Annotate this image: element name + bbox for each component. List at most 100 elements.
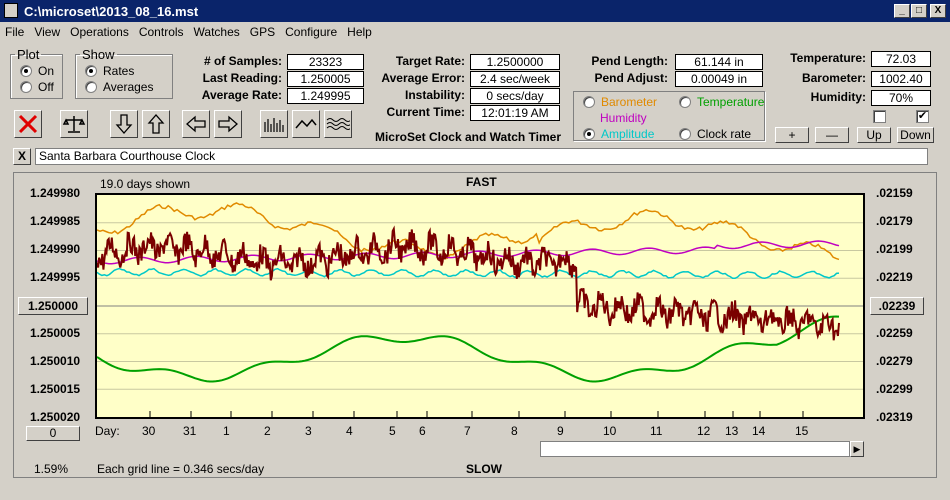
scrollbar-thumb[interactable]	[540, 441, 850, 457]
center-value-button[interactable]: 1.250000	[18, 297, 88, 315]
y-tick-left: 1.250015	[30, 382, 81, 396]
radio-icon	[679, 128, 691, 140]
menu-help[interactable]: Help	[342, 22, 377, 39]
instability-label: Instability:	[404, 88, 465, 102]
y-tick-left: 1.250010	[30, 354, 81, 368]
right-arrow-button[interactable]	[214, 110, 242, 138]
minus-button[interactable]: —	[815, 127, 849, 143]
bar-chart-icon	[264, 118, 284, 132]
radio-icon	[85, 81, 97, 93]
day-tick-label: 13	[725, 424, 739, 438]
menu-view[interactable]: View	[29, 22, 65, 39]
barometer-value: 1002.40	[871, 71, 931, 87]
y-tick-left: 1.249995	[30, 270, 81, 284]
day-tick-label: 1	[223, 424, 230, 438]
plot-group-label: Plot	[17, 47, 40, 62]
y-tick-left: 1.250020	[30, 410, 81, 424]
up-arrow-button[interactable]	[142, 110, 170, 138]
plot-on-radio[interactable]: On	[20, 64, 54, 78]
minimize-button[interactable]: _	[894, 4, 910, 18]
menu-watches[interactable]: Watches	[189, 22, 245, 39]
left-checkbox[interactable]	[873, 110, 886, 123]
y-tick-right: .02299	[876, 382, 913, 396]
instability-value: 0 secs/day	[470, 88, 560, 104]
arrow-left-icon	[186, 115, 206, 133]
plot-area[interactable]	[95, 193, 865, 419]
line-view-button[interactable]	[292, 110, 320, 138]
clear-data-button[interactable]	[14, 110, 42, 138]
y-tick-right: .02159	[876, 186, 913, 200]
y-tick-left: 1.250005	[30, 326, 81, 340]
clock-rate-trace	[96, 225, 840, 341]
balance-button[interactable]	[60, 110, 88, 138]
slow-label: SLOW	[466, 462, 502, 476]
temperature-radio[interactable]: Temperature	[679, 95, 764, 109]
show-rates-radio[interactable]: Rates	[85, 64, 134, 78]
clear-name-button[interactable]: X	[13, 148, 31, 165]
humidity-label[interactable]: Humidity	[600, 111, 647, 125]
radio-selected-icon	[85, 65, 97, 77]
up-button[interactable]: Up	[857, 127, 891, 143]
y-tick-left: 1.249980	[30, 186, 81, 200]
arrow-right-icon	[218, 115, 238, 133]
clock-name-input[interactable]: Santa Barbara Courthouse Clock	[35, 148, 928, 165]
bar-view-button[interactable]	[260, 110, 288, 138]
target-rate-label: Target Rate:	[395, 54, 465, 68]
average-rate-label: Average Rate:	[201, 88, 282, 102]
y-tick-right: .02319	[876, 410, 913, 424]
current-time-label: Current Time:	[386, 105, 465, 119]
plot-off-radio[interactable]: Off	[20, 80, 54, 94]
last-reading-label: Last Reading:	[202, 71, 282, 85]
menu-file[interactable]: File	[0, 22, 29, 39]
average-error-value: 2.4 sec/week	[470, 71, 560, 87]
down-arrow-button[interactable]	[110, 110, 138, 138]
show-group-label: Show	[82, 47, 115, 62]
day-tick-label: 7	[464, 424, 471, 438]
amplitude-radio[interactable]: Amplitude	[583, 127, 654, 141]
zero-button[interactable]: 0	[26, 426, 80, 441]
day-tick-label: 6	[419, 424, 426, 438]
humidity-value: 70%	[871, 90, 931, 106]
show-averages-radio[interactable]: Averages	[85, 80, 153, 94]
grid-note-label: Each grid line = 0.346 secs/day	[97, 462, 265, 476]
app-icon	[4, 3, 18, 18]
radio-icon	[583, 96, 595, 108]
window-title: C:\microset\2013_08_16.mst	[24, 4, 199, 19]
day-axis-label: Day:	[95, 424, 120, 438]
menu-operations[interactable]: Operations	[65, 22, 134, 39]
wave-icon	[326, 118, 350, 130]
balance-scale-icon	[62, 116, 86, 133]
day-tick-label: 2	[264, 424, 271, 438]
plus-button[interactable]: +	[775, 127, 809, 143]
samples-label: # of Samples:	[203, 54, 282, 68]
menu-gps[interactable]: GPS	[245, 22, 280, 39]
line-chart-icon	[295, 118, 317, 129]
days-shown-label: 19.0 days shown	[100, 177, 191, 191]
left-arrow-button[interactable]	[182, 110, 210, 138]
center-right-button[interactable]: .02239	[870, 297, 924, 315]
arrow-down-icon	[115, 114, 133, 134]
percent-label: 1.59%	[34, 462, 69, 476]
right-checkbox[interactable]: ✔	[916, 110, 929, 123]
day-tick-label: 3	[305, 424, 312, 438]
wave-view-button[interactable]	[324, 110, 352, 138]
down-button[interactable]: Down	[897, 127, 934, 143]
pend-length-value: 61.144 in	[675, 54, 763, 70]
pend-adjust-value: 0.00049 in	[675, 71, 763, 87]
scroll-right-button[interactable]: ▶	[850, 441, 864, 457]
barometer-radio[interactable]: Barometer	[583, 95, 657, 109]
pend-adjust-label: Pend Adjust:	[594, 71, 668, 85]
app-name-label: MicroSet Clock and Watch Timer	[374, 130, 562, 144]
maximize-button[interactable]: □	[911, 4, 927, 18]
day-tick-label: 9	[557, 424, 564, 438]
target-rate-value: 1.2500000	[470, 54, 560, 70]
clock-rate-radio[interactable]: Clock rate	[679, 127, 751, 141]
menu-configure[interactable]: Configure	[280, 22, 342, 39]
close-button[interactable]: X	[930, 4, 946, 18]
samples-value: 23323	[287, 54, 364, 70]
y-tick-right: .02259	[876, 326, 913, 340]
current-time-value: 12:01:19 AM	[470, 105, 560, 121]
menu-controls[interactable]: Controls	[134, 22, 189, 39]
day-tick-label: 10	[603, 424, 617, 438]
day-tick-label: 4	[346, 424, 353, 438]
